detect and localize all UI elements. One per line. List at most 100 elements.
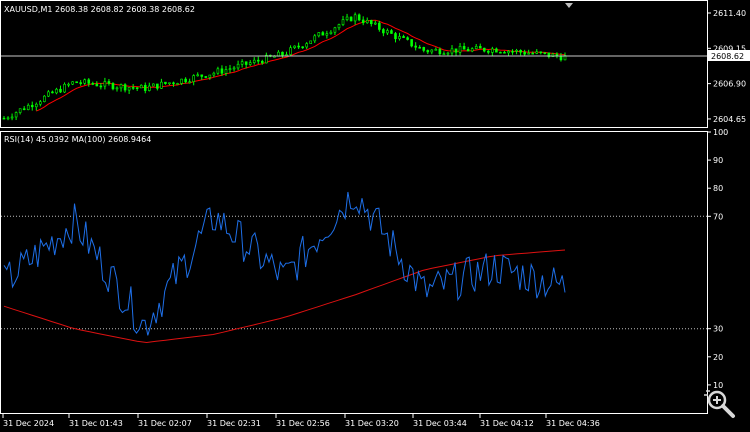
- candle-body: [156, 83, 159, 89]
- candle-body: [495, 48, 498, 53]
- candle-body: [39, 101, 42, 105]
- rsi-tick-label: 30: [713, 325, 723, 334]
- candle-body: [71, 81, 74, 85]
- price-tick-label: 2604.65: [713, 115, 746, 124]
- rsi-header: RSI(14) 45.0392 MA(100) 2608.9464: [4, 135, 152, 144]
- candle-body: [329, 31, 333, 34]
- price-axis: 2611.402609.152606.902604.65: [707, 9, 746, 124]
- candle-body: [208, 74, 212, 78]
- candle-body: [14, 112, 18, 118]
- candle-body: [26, 104, 30, 110]
- candle-body: [361, 19, 365, 24]
- candle-body: [535, 51, 539, 54]
- candle-body: [482, 47, 486, 52]
- candle-body: [196, 74, 200, 77]
- candle-body: [180, 78, 183, 84]
- candle-body: [135, 87, 139, 89]
- candle-body: [51, 91, 54, 94]
- candle-body: [511, 50, 514, 53]
- candle-body: [34, 103, 38, 108]
- candle-body: [531, 52, 535, 55]
- candle-body: [2, 117, 6, 120]
- candle-body: [18, 108, 22, 113]
- symbol-label: XAUUSD,M1: [4, 5, 53, 14]
- candle-body: [131, 87, 135, 89]
- candle-body: [289, 47, 292, 55]
- candle-body: [462, 46, 466, 50]
- candle-body: [111, 83, 115, 90]
- candle-body: [503, 51, 506, 54]
- candle-body: [446, 52, 450, 55]
- candle-body: [519, 50, 522, 53]
- candle-body: [458, 46, 462, 53]
- candle-body: [450, 48, 454, 54]
- candle-body: [281, 51, 284, 56]
- candle-body: [192, 75, 195, 82]
- magnifier-icon[interactable]: [700, 386, 740, 420]
- rsi-levels: [1, 215, 707, 330]
- candle-body: [378, 22, 381, 30]
- candle-body: [143, 84, 147, 91]
- candle-body: [95, 83, 99, 87]
- current-price-label: 2608.62: [711, 52, 744, 61]
- candle-body: [305, 43, 308, 48]
- rsi-tick-label: 70: [713, 212, 723, 221]
- candle-body: [491, 48, 494, 53]
- candle-body: [345, 16, 349, 20]
- candle-body: [152, 83, 155, 87]
- candle-body: [256, 59, 260, 62]
- candle-body: [527, 52, 530, 55]
- candle-body: [200, 74, 204, 77]
- candle-body: [59, 88, 62, 93]
- candle-body: [6, 117, 10, 120]
- candle-body: [240, 61, 244, 65]
- price-candles: [2, 12, 567, 121]
- candle-body: [325, 33, 329, 36]
- time-tick-label: 31 Dec 02:31: [207, 419, 261, 428]
- candle-body: [83, 79, 87, 84]
- candle-body: [474, 46, 478, 49]
- candle-body: [559, 55, 563, 61]
- candle-body: [99, 85, 103, 88]
- candle-body: [224, 69, 228, 74]
- candle-body: [539, 51, 543, 54]
- candle-body: [398, 36, 401, 40]
- candle-body: [365, 19, 369, 24]
- time-tick-label: 31 Dec 03:20: [345, 419, 399, 428]
- rsi-tick-label: 90: [713, 156, 723, 165]
- candle-body: [216, 68, 220, 74]
- candle-body: [349, 16, 353, 22]
- candle-body: [390, 30, 393, 34]
- rsi-axis: 100908070302010: [707, 128, 728, 390]
- rsi-panel-frame: [0, 131, 708, 414]
- candle-body: [309, 40, 313, 44]
- candle-body: [228, 68, 232, 71]
- candle-body: [297, 45, 300, 48]
- candle-body: [402, 36, 405, 38]
- candle-body: [394, 33, 397, 40]
- candle-body: [317, 32, 321, 37]
- candle-body: [466, 48, 470, 52]
- candle-body: [184, 78, 187, 83]
- candle-body: [176, 83, 179, 85]
- candle-body: [63, 83, 66, 93]
- chart-shift-marker[interactable]: [565, 3, 573, 8]
- candle-body: [430, 49, 434, 53]
- candle-body: [172, 82, 175, 85]
- candle-body: [321, 32, 325, 36]
- candle-body: [204, 76, 208, 78]
- candle-body: [382, 29, 385, 34]
- candle-body: [341, 19, 345, 25]
- candle-body: [487, 50, 490, 53]
- candle-body: [369, 19, 373, 25]
- candle-body: [188, 81, 191, 83]
- rsi-tick-label: 20: [713, 353, 723, 362]
- candle-body: [91, 83, 95, 85]
- candle-body: [454, 48, 458, 53]
- candle-body: [293, 45, 296, 48]
- candle-body: [10, 116, 14, 119]
- rsi-line: [3, 191, 566, 336]
- price-header: XAUUSD,M1 2608.38 2608.82 2608.38 2608.6…: [4, 5, 195, 15]
- chart-canvas[interactable]: 2611.402609.152606.902604.65 2608.62 100…: [0, 0, 750, 432]
- time-tick-label: 31 Dec 01:43: [69, 419, 123, 428]
